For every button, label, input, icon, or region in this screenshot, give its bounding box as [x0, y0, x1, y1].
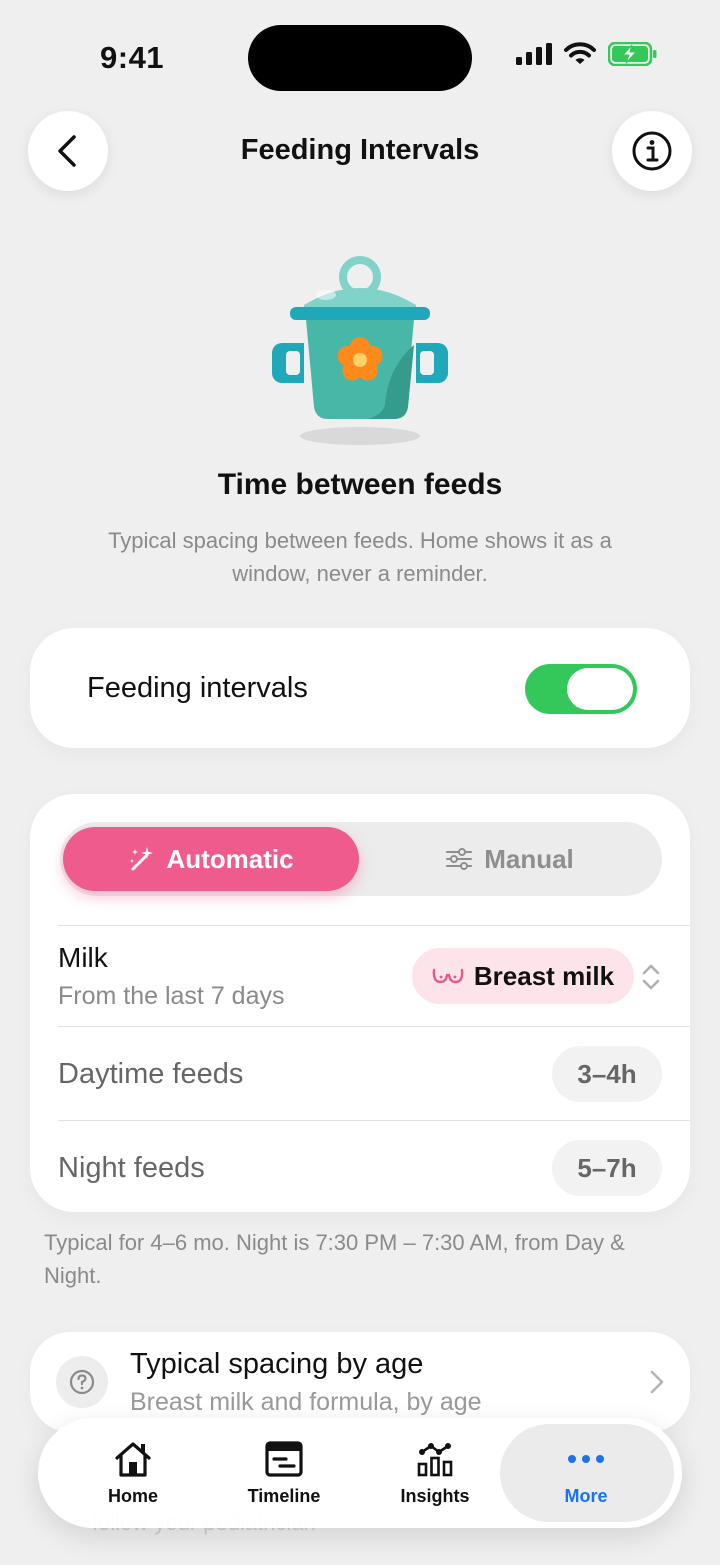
typical-spacing-title: Typical spacing by age — [130, 1348, 424, 1380]
tab-home-label: Home — [107, 1485, 158, 1506]
status-time: 9:41 — [100, 40, 165, 75]
daytime-feeds-label: Daytime feeds — [58, 1058, 244, 1090]
milk-type-label: Breast milk — [473, 960, 615, 991]
mode-segmented-control: Automatic Manual — [60, 822, 662, 896]
divider — [58, 1120, 690, 1121]
tab-insights[interactable]: Insights — [360, 1418, 510, 1528]
wifi-icon — [564, 42, 596, 64]
age-footnote: Typical for 4–6 mo. Night is 7:30 PM – 7… — [44, 1230, 625, 1288]
feeding-intervals-label: Feeding intervals — [87, 672, 308, 704]
hero-title: Time between feeds — [217, 468, 503, 501]
tab-more[interactable]: More — [511, 1418, 661, 1528]
typical-spacing-subtitle: Breast milk and formula, by age — [130, 1388, 482, 1416]
night-feeds-value[interactable]: 5–7h — [552, 1140, 662, 1196]
sliders-icon — [446, 848, 473, 870]
tab-more-label: More — [564, 1485, 608, 1506]
segment-manual[interactable]: Manual — [362, 827, 658, 891]
house-icon — [115, 1441, 151, 1477]
feeding-intervals-toggle-card: Feeding intervals — [30, 628, 690, 748]
battery-charging-icon — [608, 42, 657, 66]
status-icons — [516, 42, 658, 66]
divider — [58, 1026, 690, 1027]
insights-icon — [417, 1442, 453, 1476]
tab-bar: Home Timeline Insights More — [38, 1418, 682, 1528]
milk-subtitle: From the last 7 days — [58, 982, 285, 1010]
night-feeds-label: Night feeds — [58, 1152, 205, 1184]
tab-timeline[interactable]: Timeline — [209, 1418, 359, 1528]
more-icon — [568, 1454, 604, 1463]
breast-icon — [432, 968, 464, 984]
info-icon — [632, 131, 672, 171]
status-bar: 9:41 — [0, 0, 720, 110]
chevron-up-down-icon[interactable] — [640, 962, 662, 992]
question-icon — [56, 1356, 108, 1408]
sippy-cup-illustration — [272, 256, 448, 445]
segment-manual-label: Manual — [484, 843, 574, 874]
milk-title: Milk — [58, 942, 108, 973]
interval-settings-card: Automatic Manual Milk From the last 7 da… — [30, 794, 690, 1212]
feeding-intervals-switch[interactable] — [525, 664, 637, 714]
tab-home[interactable]: Home — [58, 1418, 208, 1528]
hero-subtitle: Typical spacing between feeds. Home show… — [108, 528, 612, 586]
cellular-signal-icon — [516, 43, 552, 65]
segment-automatic[interactable]: Automatic — [63, 827, 359, 891]
switch-knob — [567, 668, 633, 710]
dynamic-island — [248, 25, 472, 91]
divider — [58, 925, 690, 926]
timeline-icon — [265, 1440, 303, 1477]
milk-type-picker[interactable]: Breast milk — [412, 948, 634, 1004]
chevron-right-icon — [650, 1370, 664, 1394]
typical-spacing-card[interactable]: Typical spacing by age Breast milk and f… — [30, 1332, 690, 1432]
info-button[interactable] — [612, 111, 692, 191]
segment-automatic-label: Automatic — [166, 843, 294, 874]
daytime-feeds-value[interactable]: 3–4h — [552, 1046, 662, 1102]
tab-insights-label: Insights — [400, 1485, 470, 1506]
tab-timeline-label: Timeline — [247, 1485, 321, 1506]
magic-wand-icon — [130, 847, 154, 871]
